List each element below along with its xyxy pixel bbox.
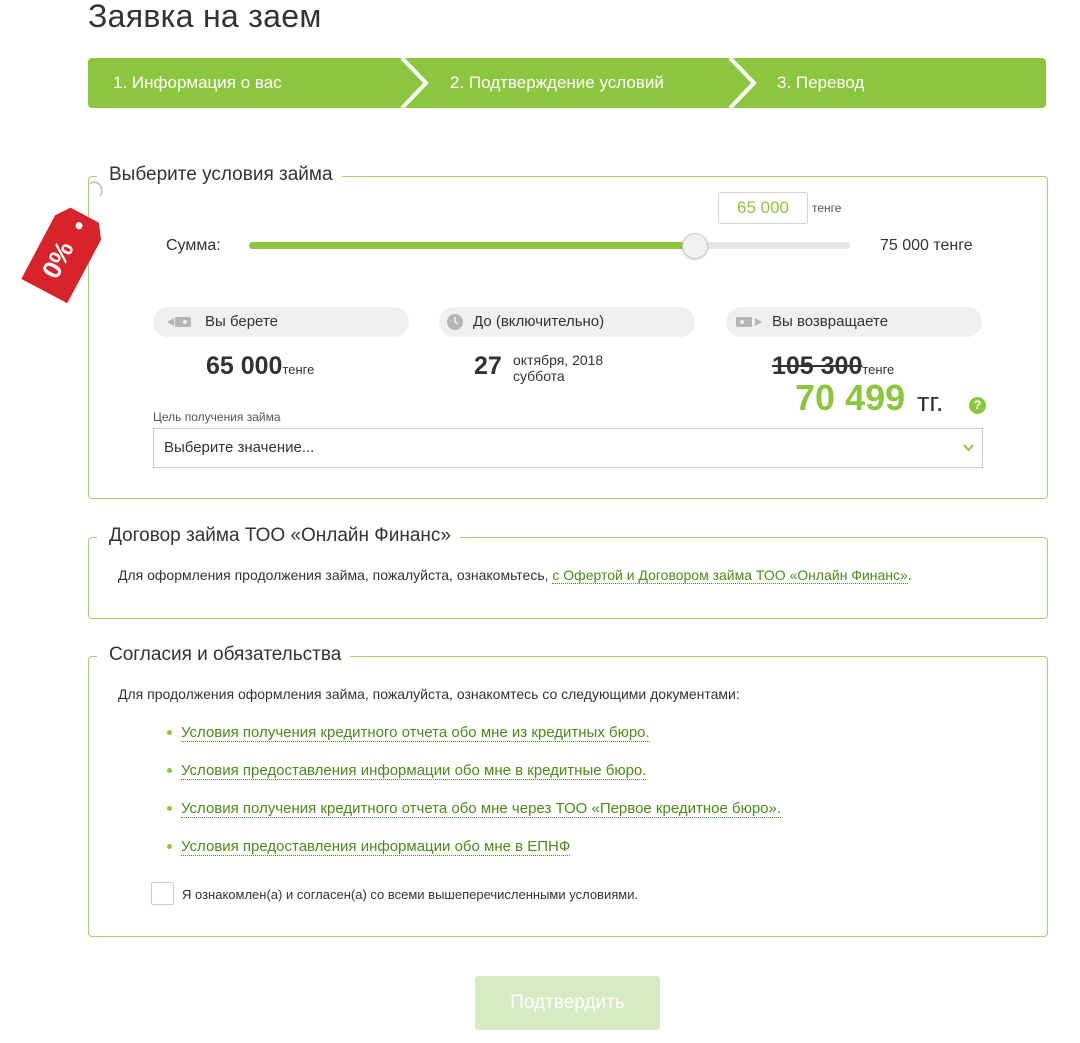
contract-text-line: Для оформления продолжения займа, пожалу…: [118, 567, 912, 584]
document-link-3[interactable]: Условия получения кредитного отчета обо …: [181, 800, 782, 818]
step-separator: [400, 58, 429, 108]
document-link-2[interactable]: Условия предоставления информации обо мн…: [181, 762, 647, 780]
bullet: [167, 806, 172, 811]
agree-checkbox[interactable]: [151, 882, 174, 905]
document-link-4[interactable]: Условия предоставления информации обо мн…: [181, 838, 571, 856]
contract-link[interactable]: с Офертой и Договором займа ТОО «Онлайн …: [552, 567, 908, 584]
document-link-1[interactable]: Условия получения кредитного отчета обо …: [181, 724, 650, 742]
return-pill: Вы возвращаете: [726, 307, 982, 337]
step-1: 1. Информация о вас: [113, 73, 282, 92]
amount-slider-handle[interactable]: [682, 233, 708, 259]
confirm-button[interactable]: Подтвердить: [475, 976, 660, 1030]
amount-slider[interactable]: [249, 233, 850, 259]
until-date: октября, 2018 суббота: [513, 352, 603, 384]
agree-label: Я ознакомлен(а) и согласен(а) со всеми в…: [182, 887, 639, 902]
contract-tail: .: [907, 567, 912, 583]
amount-slider-fill: [249, 242, 694, 249]
page-title: Заявка на заем: [88, 0, 322, 34]
zero-percent-tag: 0%: [21, 181, 103, 304]
purpose-select[interactable]: Выберите значение...: [153, 428, 983, 468]
until-month-year: октября, 2018: [513, 352, 604, 368]
until-weekday: суббота: [513, 368, 565, 384]
take-value: 65 000тенге: [206, 352, 314, 381]
return-old-amount: 105 300: [772, 352, 863, 380]
take-unit: тенге: [282, 362, 315, 377]
wallet-out-icon: [736, 317, 762, 327]
return-new-amount: 70 499: [795, 377, 906, 418]
take-amount: 65 000: [206, 352, 283, 380]
bullet: [167, 730, 172, 735]
amount-label: Сумма:: [166, 237, 221, 254]
bullet: [167, 844, 172, 849]
steps-bar: 1. Информация о вас 2. Подтверждение усл…: [88, 58, 1046, 108]
take-label: Вы берете: [205, 313, 278, 330]
until-label: До (включительно): [473, 313, 605, 330]
contract-text: Для оформления продолжения займа, пожалу…: [118, 567, 549, 583]
consents-intro: Для продолжения оформления займа, пожалу…: [118, 686, 740, 702]
until-pill: До (включительно): [439, 307, 695, 337]
amount-max-label: 75 000 тенге: [880, 237, 973, 254]
step-separator: [728, 58, 757, 108]
return-label: Вы возвращаете: [772, 313, 889, 330]
help-icon[interactable]: ?: [969, 397, 986, 414]
amount-value-box[interactable]: 65 000: [718, 192, 808, 224]
clock-icon: [447, 314, 463, 330]
step-2: 2. Подтверждение условий: [450, 73, 664, 92]
return-old-unit: тенге: [862, 362, 895, 377]
until-day: 27: [474, 352, 502, 380]
loan-terms-legend: Выберите условия займа: [97, 164, 342, 186]
purpose-select-value: Выберите значение...: [164, 439, 315, 456]
wallet-in-icon: [167, 317, 191, 327]
chevron-down-icon: [963, 444, 974, 452]
purpose-label: Цель получения займа: [153, 410, 281, 424]
consents-legend: Согласия и обязательства: [97, 644, 351, 666]
bullet: [167, 768, 172, 773]
return-new-unit: тг.: [917, 387, 944, 417]
contract-legend: Договор займа ТОО «Онлайн Финанс»: [97, 525, 460, 547]
amount-value-unit: тенге: [812, 201, 842, 215]
take-pill: Вы берете: [153, 307, 409, 337]
step-3: 3. Перевод: [777, 73, 865, 92]
